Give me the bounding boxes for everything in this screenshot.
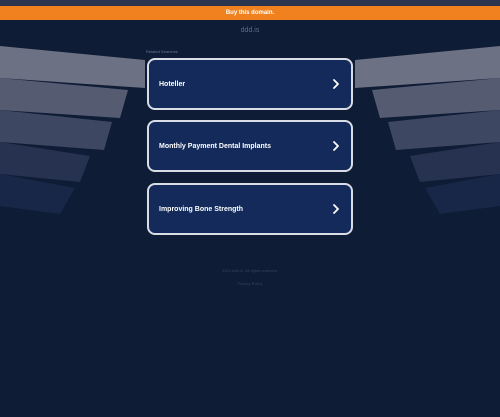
related-link-hoteller[interactable]: Hoteller [147, 58, 353, 110]
related-link-dental-implants[interactable]: Monthly Payment Dental Implants [147, 120, 353, 172]
chevron-right-icon [331, 202, 341, 216]
chevron-right-icon [331, 139, 341, 153]
parked-domain-page: Buy this domain. ddd.is Related Searches… [0, 0, 500, 417]
related-link-bone-strength[interactable]: Improving Bone Strength [147, 183, 353, 235]
privacy-policy-link[interactable]: Privacy Policy [0, 281, 500, 286]
related-link-label: Monthly Payment Dental Implants [159, 142, 272, 150]
footer-copyright: 2024 ddd.is. All rights reserved. [222, 268, 278, 273]
related-link-label: Hoteller [159, 80, 186, 88]
related-link-label: Improving Bone Strength [159, 205, 243, 213]
related-searches-heading: Related Searches [146, 49, 178, 54]
chevron-right-icon [331, 77, 341, 91]
